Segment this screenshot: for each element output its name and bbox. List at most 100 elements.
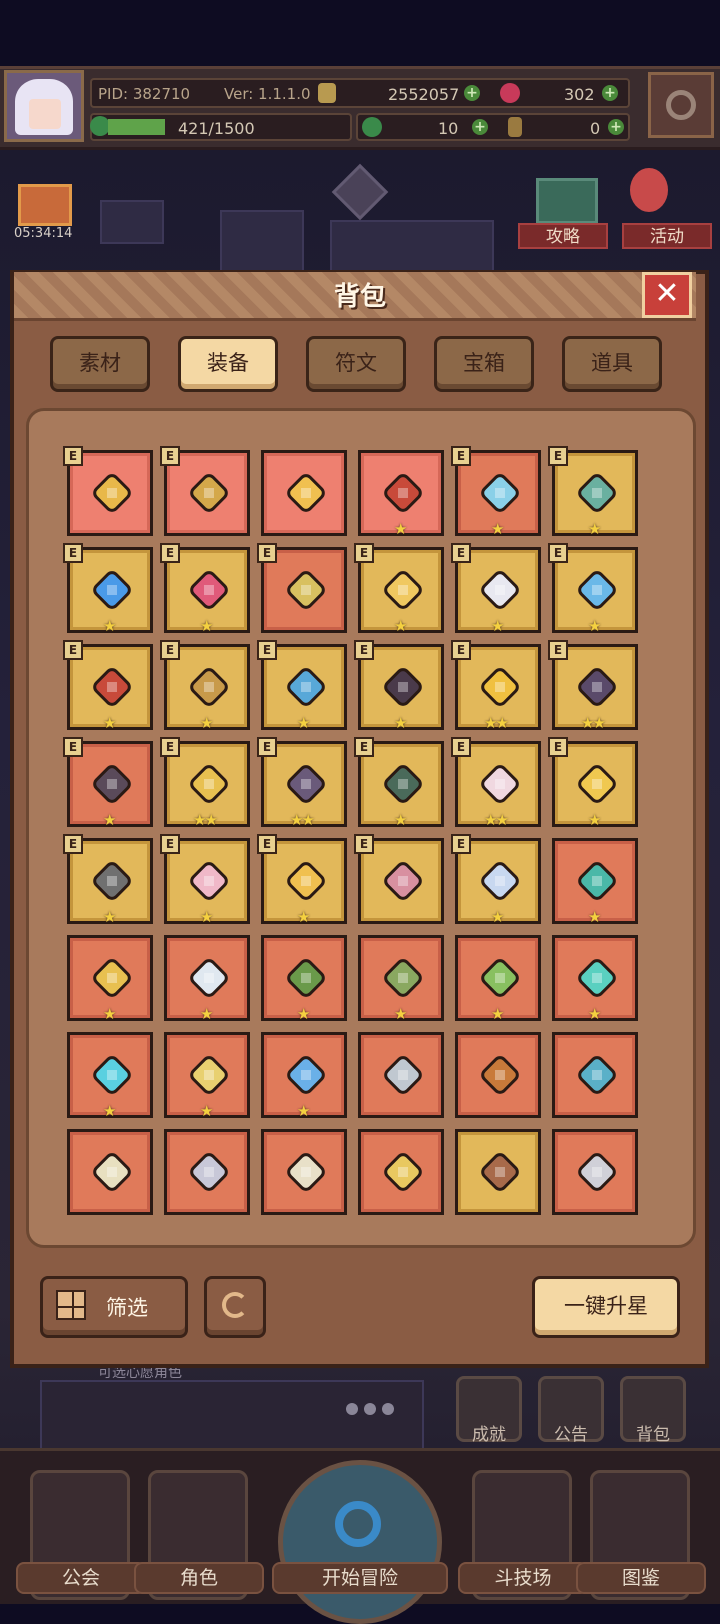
equipped-badge: E (548, 640, 568, 660)
crown-helmet-icon (381, 471, 425, 515)
stamina-value: 421/1500 (178, 119, 255, 138)
demon-mask-icon (381, 665, 425, 709)
gift-box-icon[interactable] (18, 184, 72, 226)
ruby-gem-icon (500, 83, 520, 103)
star-rating: ★ (394, 520, 408, 538)
ruby-ring-icon (478, 665, 522, 709)
star-rating: ★ (200, 714, 214, 732)
one-click-star-up-button[interactable]: 一键升星 (532, 1276, 680, 1338)
equipment-slot[interactable] (552, 1129, 638, 1215)
star-rating: ★ (588, 617, 602, 635)
star-rating: ★ (394, 714, 408, 732)
equipment-slot[interactable] (552, 1032, 638, 1118)
equipment-slot[interactable] (261, 450, 347, 536)
gold-sword-icon (187, 1053, 231, 1097)
sapphire-staff-icon (90, 956, 134, 1000)
gem-amount: 302 (564, 85, 595, 104)
equipped-badge: E (160, 834, 180, 854)
settings-button[interactable] (648, 72, 714, 138)
bone-club-icon (187, 665, 231, 709)
player-info-pill: PID: 382710 Ver: 1.1.1.0 2552057 + 302 + (90, 78, 630, 108)
tab-runes[interactable]: 符文 (306, 336, 406, 392)
refresh-button[interactable] (204, 1276, 266, 1338)
backpack-label: 背包 (636, 1425, 670, 1445)
gold-amount: 2552057 (388, 85, 460, 104)
star-rating: ★ (200, 908, 214, 926)
equipped-badge: E (257, 543, 277, 563)
straw-hat-icon (90, 471, 134, 515)
star-rating: ★ (200, 617, 214, 635)
star-rating: ★ (394, 811, 408, 829)
gold-boots-icon (187, 762, 231, 806)
equipment-slot[interactable] (455, 1129, 541, 1215)
silver-scepter-icon (187, 956, 231, 1000)
winged-helmet-icon (478, 568, 522, 612)
equipped-badge: E (451, 446, 471, 466)
royal-cape-icon (90, 665, 134, 709)
chat-bubble-icon (536, 178, 598, 224)
equipped-badge: E (451, 640, 471, 660)
game-version: Ver: 1.1.1.0 (224, 85, 311, 103)
equipped-badge: E (160, 737, 180, 757)
gear-icon (666, 90, 696, 120)
equipped-badge: E (63, 640, 83, 660)
blue-sword-icon (284, 1053, 328, 1097)
sun-medal-icon (575, 762, 619, 806)
add-clover-icon[interactable]: + (472, 119, 488, 135)
star-rating: ★ (588, 908, 602, 926)
scene-desk (330, 220, 494, 274)
equipment-slot[interactable] (455, 1032, 541, 1118)
banner-page-dots (346, 1400, 406, 1420)
equipped-badge: E (451, 834, 471, 854)
guide-button[interactable]: 攻略 (518, 223, 608, 249)
equipment-slot[interactable] (261, 1129, 347, 1215)
modal-title: 背包 (333, 282, 386, 312)
equipped-badge: E (548, 543, 568, 563)
tab-equipment[interactable]: 装备 (178, 336, 278, 392)
equipped-badge: E (354, 737, 374, 757)
add-gem-icon[interactable]: + (602, 85, 618, 101)
equipped-badge: E (63, 543, 83, 563)
star-rating: ★ (588, 1005, 602, 1023)
refresh-icon (222, 1292, 248, 1318)
vine-bow-icon (381, 956, 425, 1000)
equipment-slot[interactable] (358, 1129, 444, 1215)
add-key-icon[interactable]: + (608, 119, 624, 135)
star-rating: ★ (297, 908, 311, 926)
tab-materials[interactable]: 素材 (50, 336, 150, 392)
crossed-swords-icon (381, 1053, 425, 1097)
announcements-label: 公告 (554, 1425, 588, 1445)
star-rating: ★★ (484, 714, 509, 732)
clover-amount: 10 (438, 119, 459, 138)
equipped-badge: E (257, 737, 277, 757)
jade-staff-icon (575, 471, 619, 515)
tab-items[interactable]: 道具 (562, 336, 662, 392)
star-rating: ★ (297, 1102, 311, 1120)
balloons-icon (630, 168, 668, 212)
add-gold-icon[interactable]: + (464, 85, 480, 101)
resources-pill: 10 + 0 + (356, 113, 630, 141)
crystal-ring-icon (478, 859, 522, 903)
equipment-slot[interactable] (67, 1129, 153, 1215)
equipped-badge: E (548, 737, 568, 757)
star-rating: ★ (491, 908, 505, 926)
star-rating: ★ (394, 1005, 408, 1023)
crystal-armor-icon (575, 568, 619, 612)
star-rating: ★ (103, 908, 117, 926)
event-button[interactable]: 活动 (622, 223, 712, 249)
star-rating: ★ (200, 1102, 214, 1120)
player-avatar[interactable] (4, 70, 84, 142)
equipped-badge: E (354, 834, 374, 854)
equipped-badge: E (354, 543, 374, 563)
star-rating: ★ (588, 811, 602, 829)
nav-start-adventure-label: 开始冒险 (272, 1562, 448, 1594)
nav-start-adventure[interactable] (278, 1460, 442, 1624)
close-button[interactable]: ✕ (642, 272, 692, 318)
star-rating: ★ (200, 1005, 214, 1023)
equipped-badge: E (63, 446, 83, 466)
tab-chests[interactable]: 宝箱 (434, 336, 534, 392)
teddy-bear-icon (187, 568, 231, 612)
equipment-slot[interactable] (358, 1032, 444, 1118)
equipment-slot[interactable] (164, 1129, 250, 1215)
iron-boots-icon (284, 762, 328, 806)
